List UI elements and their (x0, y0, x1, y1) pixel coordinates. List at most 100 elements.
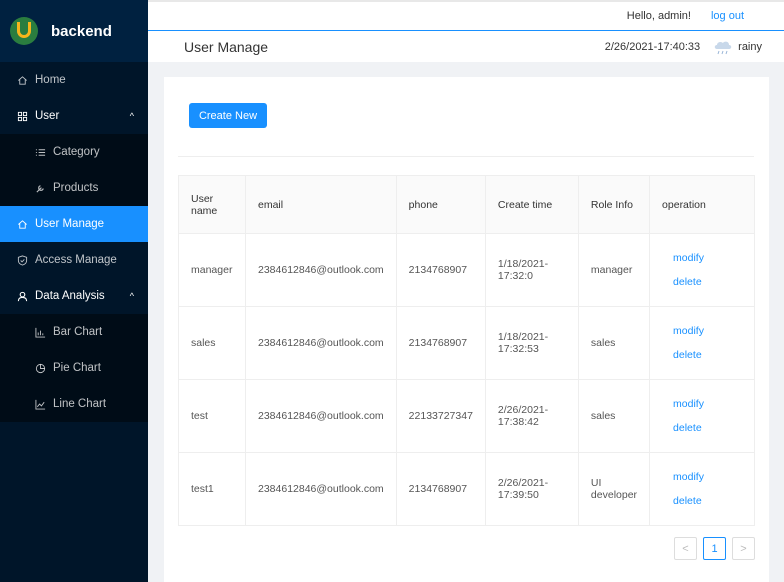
cell-phone: 22133727347 (395, 379, 486, 453)
tool-icon (34, 182, 46, 194)
sidebar-item-label: Products (53, 182, 99, 194)
header-status: 2/26/2021-17:40:33 rainy (605, 39, 762, 55)
sidebar-item-bar-chart[interactable]: Bar Chart (0, 314, 148, 350)
table-row: manager 2384612846@outlook.com 213476890… (178, 233, 755, 307)
cell-email: 2384612846@outlook.com (245, 452, 397, 526)
sidebar-item-label: Category (53, 146, 100, 158)
header: Hello, admin! log out User Manage 2/26/2… (148, 0, 784, 62)
sidebar-item-label: Data Analysis (35, 290, 105, 302)
modify-link[interactable]: modify (662, 319, 742, 343)
sidebar-item-category[interactable]: Category (0, 134, 148, 170)
cell-create-time: 1/18/2021-17:32:0 (484, 233, 579, 307)
column-header-role-info: Role Info (577, 175, 651, 234)
main-content: Create New User name email phone Create … (164, 77, 769, 582)
cell-phone: 2134768907 (395, 233, 486, 307)
delete-link[interactable]: delete (662, 489, 742, 513)
cell-email: 2384612846@outlook.com (245, 306, 397, 380)
sidebar-menu-lower: User Manage Access Manage Data Analysis … (0, 206, 148, 314)
grid-icon (16, 110, 28, 122)
cell-phone: 2134768907 (395, 306, 486, 380)
cell-user-name: test1 (178, 452, 246, 526)
header-info-bar: User Manage 2/26/2021-17:40:33 rainy (148, 31, 784, 62)
sidebar: backend Home User ^ Category Products Us… (0, 0, 148, 582)
sidebar-item-pie-chart[interactable]: Pie Chart (0, 350, 148, 386)
modify-link[interactable]: modify (662, 465, 742, 489)
prev-page-button[interactable]: < (674, 537, 697, 560)
cell-role: manager (577, 233, 651, 307)
delete-link[interactable]: delete (662, 343, 742, 367)
sidebar-item-home[interactable]: Home (0, 62, 148, 98)
cell-operation: modify delete (649, 379, 755, 453)
header-top-bar: Hello, admin! log out (148, 0, 784, 31)
user-icon (16, 290, 28, 302)
weather-text: rainy (738, 40, 762, 53)
table-header-row: User name email phone Create time Role I… (178, 175, 755, 234)
cell-operation: modify delete (649, 306, 755, 380)
modify-link[interactable]: modify (662, 392, 742, 416)
cell-user-name: sales (178, 306, 246, 380)
create-new-button[interactable]: Create New (189, 103, 267, 128)
divider (178, 156, 754, 157)
cell-email: 2384612846@outlook.com (245, 379, 397, 453)
pie-chart-icon (34, 362, 46, 374)
line-chart-icon (34, 398, 46, 410)
cell-phone: 2134768907 (395, 452, 486, 526)
column-header-create-time: Create time (484, 175, 579, 234)
cell-create-time: 1/18/2021-17:32:53 (484, 306, 579, 380)
greeting: Hello, admin! (626, 10, 691, 22)
sidebar-item-label: Line Chart (53, 398, 107, 410)
cell-role: sales (577, 379, 651, 453)
home-icon (16, 218, 28, 230)
modify-link[interactable]: modify (662, 246, 742, 270)
shield-icon (16, 254, 28, 266)
delete-link[interactable]: delete (662, 270, 742, 294)
sidebar-item-label: Access Manage (35, 254, 117, 266)
sidebar-item-user[interactable]: User ^ (0, 98, 148, 134)
data-analysis-submenu: Bar Chart Pie Chart Line Chart (0, 314, 148, 422)
sidebar-item-line-chart[interactable]: Line Chart (0, 386, 148, 422)
sidebar-item-label: Home (35, 74, 66, 86)
column-header-operation: operation (649, 175, 755, 234)
rain-cloud-icon (712, 39, 734, 55)
cell-operation: modify delete (649, 233, 755, 307)
logout-link[interactable]: log out (711, 10, 744, 22)
user-table-container: User name email phone Create time Role I… (178, 175, 755, 526)
sidebar-menu: Home User ^ (0, 62, 148, 134)
column-header-email: email (245, 175, 397, 234)
sidebar-item-access-manage[interactable]: Access Manage (0, 242, 148, 278)
cell-role: UI developer (577, 452, 651, 526)
cell-user-name: manager (178, 233, 246, 307)
sidebar-item-label: Bar Chart (53, 326, 103, 338)
table-row: test 2384612846@outlook.com 22133727347 … (178, 379, 755, 453)
home-icon (16, 74, 28, 86)
table-row: sales 2384612846@outlook.com 2134768907 … (178, 306, 755, 380)
sidebar-item-label: User Manage (35, 218, 105, 230)
logo-area[interactable]: backend (0, 0, 148, 62)
cell-create-time: 2/26/2021-17:39:50 (484, 452, 579, 526)
app-name: backend (51, 22, 112, 40)
app-logo (10, 17, 38, 45)
sidebar-item-label: Pie Chart (53, 362, 101, 374)
chevron-up-icon: ^ (129, 111, 134, 121)
sidebar-item-label: User (35, 110, 60, 122)
list-icon (34, 146, 46, 158)
sidebar-item-user-manage[interactable]: User Manage (0, 206, 148, 242)
page-button-1[interactable]: 1 (703, 537, 726, 560)
user-submenu: Category Products (0, 134, 148, 206)
pagination: < 1 > (674, 537, 755, 560)
cell-create-time: 2/26/2021-17:38:42 (484, 379, 579, 453)
column-header-phone: phone (395, 175, 486, 234)
cell-email: 2384612846@outlook.com (245, 233, 397, 307)
delete-link[interactable]: delete (662, 416, 742, 440)
table-row: test1 2384612846@outlook.com 2134768907 … (178, 452, 755, 526)
bar-chart-icon (34, 326, 46, 338)
next-page-button[interactable]: > (732, 537, 755, 560)
column-header-user-name: User name (178, 175, 246, 234)
chevron-up-icon: ^ (129, 291, 134, 301)
cell-user-name: test (178, 379, 246, 453)
datetime: 2/26/2021-17:40:33 (604, 40, 701, 53)
sidebar-item-products[interactable]: Products (0, 170, 148, 206)
user-table: User name email phone Create time Role I… (178, 175, 755, 526)
sidebar-item-data-analysis[interactable]: Data Analysis ^ (0, 278, 148, 314)
page-title: User Manage (184, 38, 269, 55)
